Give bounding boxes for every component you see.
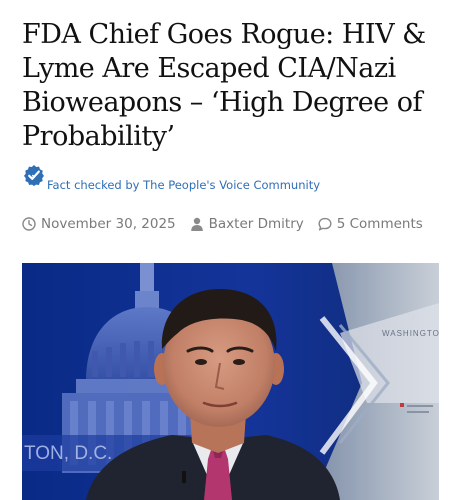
background-watermark: WASHINGTO xyxy=(382,329,439,338)
hero-image-drawing: TON, D.C. WASHINGTO xyxy=(22,263,439,500)
fact-check-row[interactable]: Fact checked by The People's Voice Commu… xyxy=(23,164,320,192)
publish-date: November 30, 2025 xyxy=(22,216,176,232)
check-badge-icon xyxy=(23,164,45,186)
publish-date-text: November 30, 2025 xyxy=(41,216,176,232)
author-name[interactable]: Baxter Dmitry xyxy=(209,216,304,232)
comments-link[interactable]: 5 Comments xyxy=(318,216,423,232)
fact-check-label[interactable]: Fact checked by The People's Voice Commu… xyxy=(47,178,320,192)
article-title[interactable]: FDA Chief Goes Rogue: HIV & Lyme Are Esc… xyxy=(22,18,447,154)
clock-icon xyxy=(22,217,36,231)
article: FDA Chief Goes Rogue: HIV & Lyme Are Esc… xyxy=(0,0,461,500)
article-meta: November 30, 2025 Baxter Dmitry 5 Commen… xyxy=(22,214,423,234)
comment-icon xyxy=(318,217,332,231)
hero-image[interactable]: TON, D.C. WASHINGTO xyxy=(22,263,439,500)
user-icon xyxy=(190,217,204,231)
location-text: TON, D.C. xyxy=(24,443,112,464)
comments-count[interactable]: 5 Comments xyxy=(337,216,423,232)
author[interactable]: Baxter Dmitry xyxy=(190,216,304,232)
